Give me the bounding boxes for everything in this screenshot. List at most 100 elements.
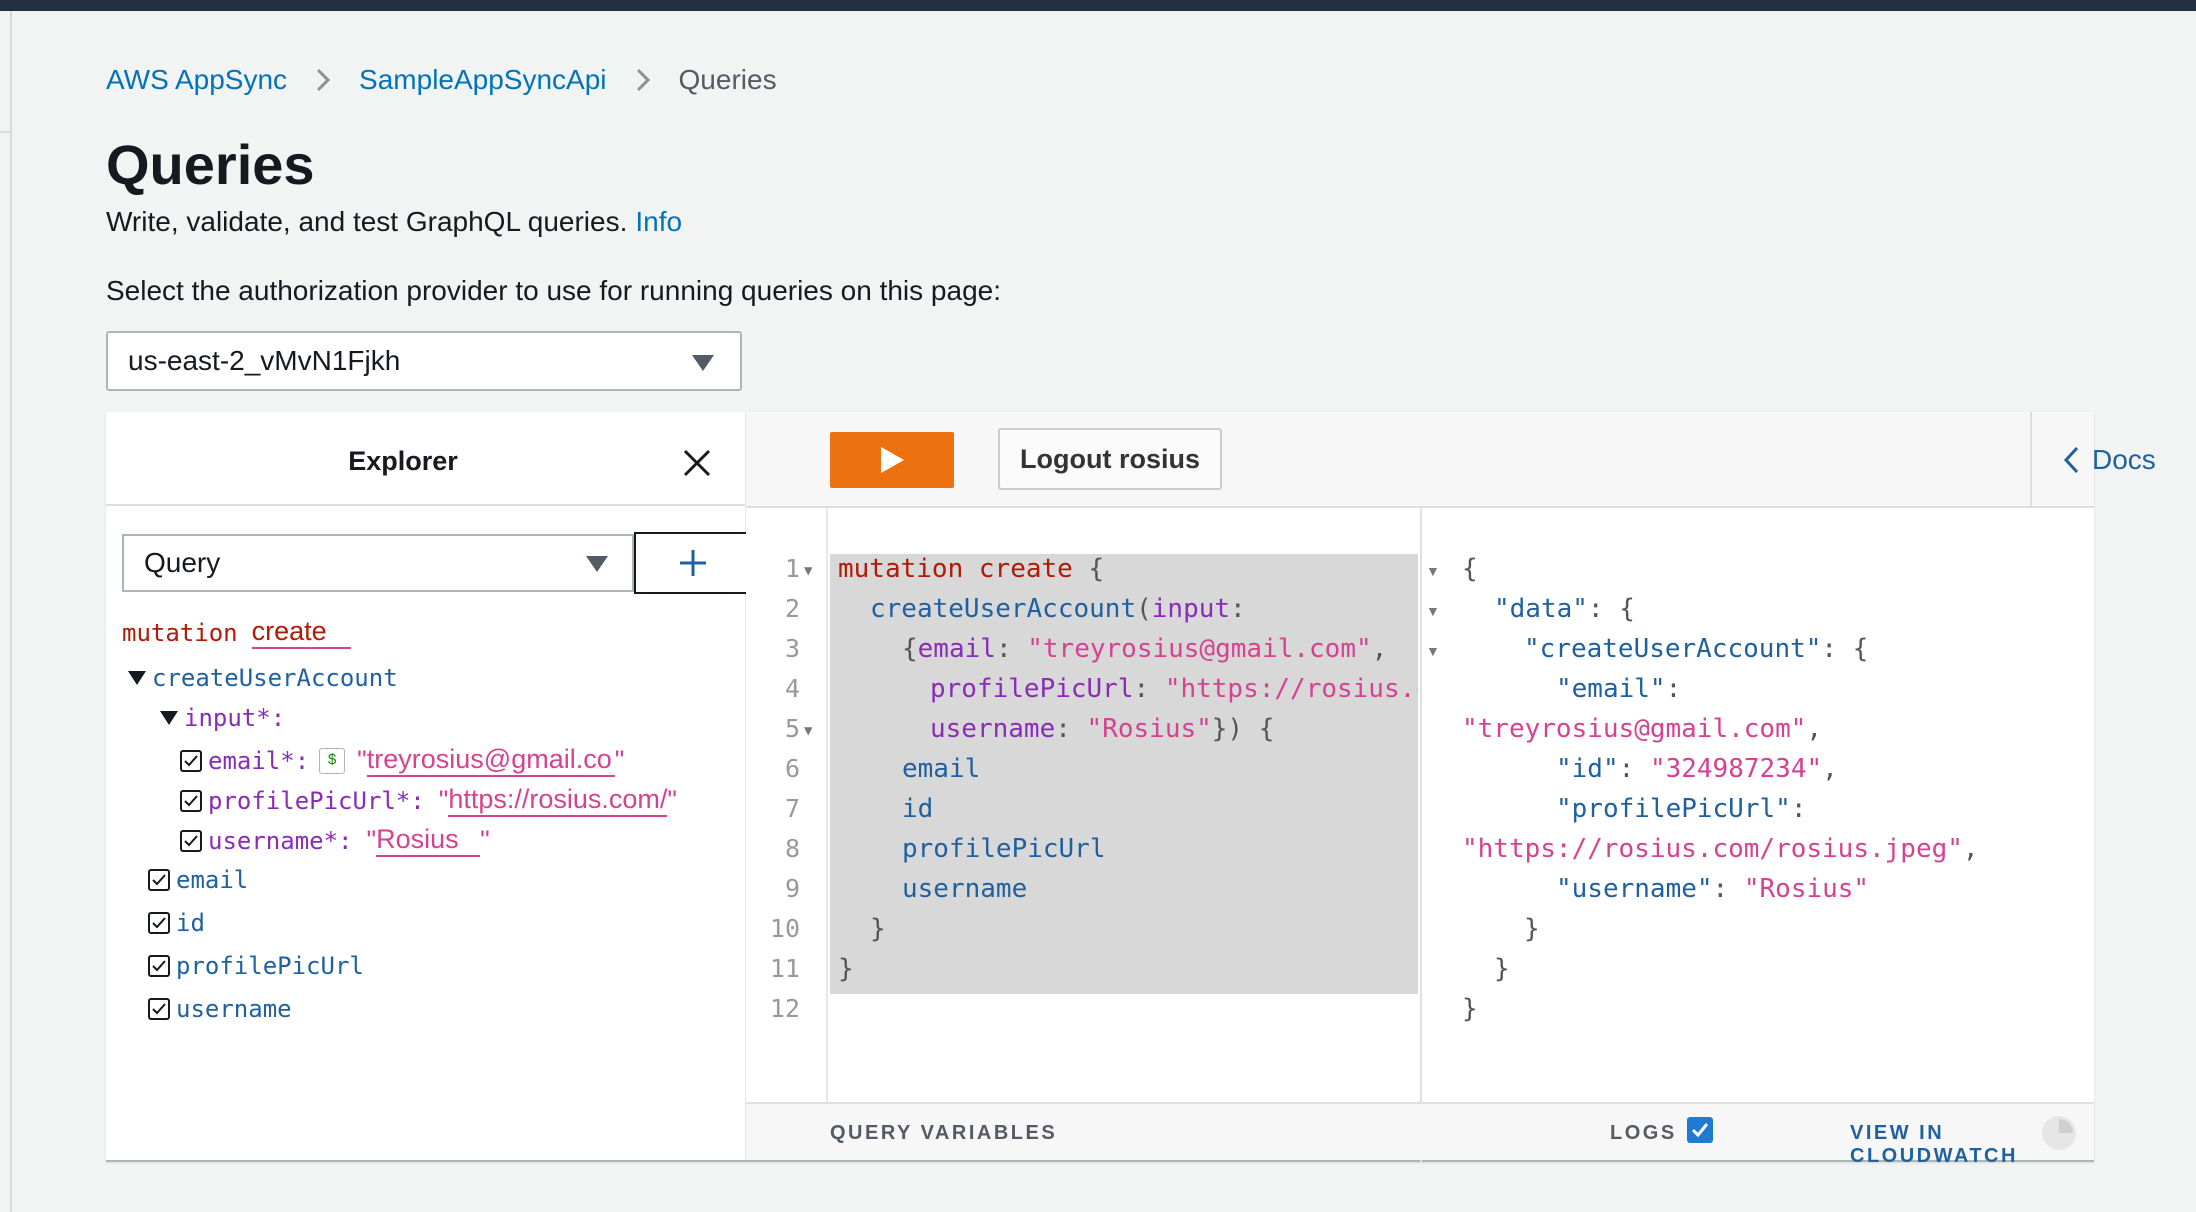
fold-arrow-icon[interactable]: ▼: [1426, 643, 1440, 659]
tree-field-profilepicurl[interactable]: profilePicUrl: [148, 952, 364, 980]
result-punct: :: [1790, 794, 1807, 824]
line-number-gutter: 1 2 3 4 5 6 7 8 9 10 11 12 ▼ ▼: [746, 508, 828, 1102]
result-line: "data": {: [1494, 594, 1635, 624]
tree-field-label: createUserAccount: [152, 664, 398, 692]
tree-field-username[interactable]: username: [148, 995, 292, 1023]
breadcrumb-api-link[interactable]: SampleAppSyncApi: [359, 64, 606, 96]
result-line: "createUserAccount": {: [1524, 634, 1868, 664]
page-title: Queries: [106, 133, 315, 196]
code-token: {: [902, 634, 918, 664]
checkbox-checked-icon[interactable]: [148, 869, 170, 891]
line-number: 12: [769, 994, 800, 1023]
page-subtitle: Write, validate, and test GraphQL querie…: [106, 206, 682, 238]
auth-provider-label: Select the authorization provider to use…: [106, 275, 1002, 306]
result-punct: ,: [1822, 754, 1838, 784]
result-punct: : {: [1587, 594, 1635, 624]
info-link[interactable]: Info: [635, 206, 682, 237]
editor-footer: QUERY VARIABLES LOGS VIEW IN CLOUDWATCH: [746, 1102, 2094, 1167]
query-editor[interactable]: 1 2 3 4 5 6 7 8 9 10 11 12 ▼ ▼ mutation …: [746, 508, 1426, 1102]
email-arg-input[interactable]: treyrosius@gmail.co: [366, 744, 615, 777]
operation-keyword: mutation: [122, 618, 238, 647]
code-token: {: [1072, 554, 1105, 584]
result-viewer: { "data": { "createUserAccount": { "emai…: [1444, 508, 2094, 1102]
fold-arrow-icon[interactable]: ▼: [1426, 563, 1440, 579]
tree-arg-profilepicurl[interactable]: profilePicUrl*: " https://rosius.com/": [180, 784, 677, 817]
line-number: 10: [769, 914, 800, 943]
tree-arg-label: input*:: [184, 704, 286, 732]
fold-arrow-icon[interactable]: ▼: [804, 723, 812, 739]
page-description: Write, validate, and test GraphQL querie…: [106, 206, 628, 237]
result-line: "id": "324987234",: [1556, 754, 1838, 784]
code-token: }) {: [1211, 714, 1275, 744]
code-token: email: [917, 634, 996, 664]
tree-field-createuseraccount[interactable]: createUserAccount: [128, 664, 398, 692]
code-line-10: }: [870, 914, 886, 944]
tree-arg-username[interactable]: username*: " Rosius ": [180, 824, 490, 857]
code-line-7: id: [902, 794, 934, 824]
checkbox-checked-icon[interactable]: [1686, 1116, 1713, 1143]
result-line: "https://rosius.com/rosius.jpeg",: [1462, 834, 1979, 864]
quote-mark: ": [667, 785, 678, 815]
result-line: }: [1462, 994, 1478, 1024]
checkbox-checked-icon[interactable]: [180, 829, 202, 852]
result-line: "email":: [1556, 674, 1681, 704]
code-token: (: [1136, 594, 1152, 624]
username-arg-input[interactable]: Rosius: [376, 824, 481, 857]
code-line-5: username: "Rosius"}) {: [930, 714, 1274, 744]
fold-arrow-icon[interactable]: ▼: [804, 563, 812, 579]
code-token: "https://rosius.c: [1164, 674, 1418, 704]
checkbox-checked-icon[interactable]: [148, 998, 170, 1020]
code-line-9: username: [902, 874, 1028, 904]
operation-name-input[interactable]: create: [251, 616, 351, 649]
fold-arrow-icon[interactable]: ▼: [1426, 603, 1440, 619]
play-icon: [881, 447, 904, 473]
result-line: {: [1462, 554, 1478, 584]
code-token: :: [995, 634, 1028, 664]
checkbox-checked-icon[interactable]: [148, 955, 170, 977]
code-line-11: }: [838, 954, 854, 984]
line-number: 1: [784, 554, 800, 583]
code-token: mutation: [838, 554, 964, 584]
checkbox-checked-icon[interactable]: [180, 789, 202, 812]
breadcrumb-appsync-link[interactable]: AWS AppSync: [106, 64, 287, 96]
result-string: "treyrosius@gmail.com": [1462, 714, 1807, 744]
close-icon[interactable]: [682, 448, 712, 478]
logs-toggle[interactable]: LOGS: [1610, 1116, 1713, 1145]
editor-result-divider[interactable]: [1420, 508, 1422, 1162]
triangle-down-icon: [160, 711, 178, 725]
tree-field-email[interactable]: email: [148, 866, 248, 894]
tree-arg-input[interactable]: input*:: [160, 704, 285, 732]
operation-row: mutation create: [122, 616, 351, 649]
quote-mark: ": [614, 745, 625, 775]
add-operation-button[interactable]: [634, 532, 752, 594]
docs-button[interactable]: Docs: [2030, 412, 2196, 508]
code-line-3: {email: "treyrosius@gmail.com",: [902, 634, 1418, 664]
result-key: "createUserAccount": [1524, 634, 1822, 664]
query-variables-toggle[interactable]: QUERY VARIABLES: [830, 1122, 1057, 1145]
code-token: :: [1133, 674, 1165, 704]
result-key: "id": [1556, 754, 1619, 784]
code-token: profilePicUrl: [930, 674, 1134, 704]
code-token: createUserAccount: [870, 594, 1137, 624]
auth-provider-select[interactable]: us-east-2_vMvN1Fjkh: [106, 331, 742, 391]
checkbox-checked-icon[interactable]: [180, 749, 202, 772]
docs-label: Docs: [2092, 444, 2156, 475]
run-query-button[interactable]: [830, 432, 954, 488]
quote-mark: ": [366, 825, 377, 855]
result-key: "profilePicUrl": [1556, 794, 1791, 824]
result-line: "profilePicUrl":: [1556, 794, 1806, 824]
code-token: ,: [1371, 634, 1388, 664]
profilepicurl-arg-input[interactable]: https://rosius.com/: [448, 784, 668, 817]
variable-toggle-icon[interactable]: $: [319, 747, 346, 774]
result-punct: : {: [1821, 634, 1869, 664]
logout-button[interactable]: Logout rosius: [998, 428, 1222, 490]
result-line: }: [1524, 914, 1540, 944]
line-number: 3: [784, 634, 800, 663]
tree-arg-email[interactable]: email*: $ " treyrosius@gmail.co ": [180, 744, 624, 777]
console-top-bar: [0, 0, 2196, 11]
result-line: "treyrosius@gmail.com",: [1462, 714, 1822, 744]
checkbox-checked-icon[interactable]: [148, 912, 170, 934]
operation-type-select[interactable]: Query: [122, 534, 634, 592]
tree-field-id[interactable]: id: [148, 909, 205, 937]
auth-provider-value: us-east-2_vMvN1Fjkh: [128, 345, 401, 376]
